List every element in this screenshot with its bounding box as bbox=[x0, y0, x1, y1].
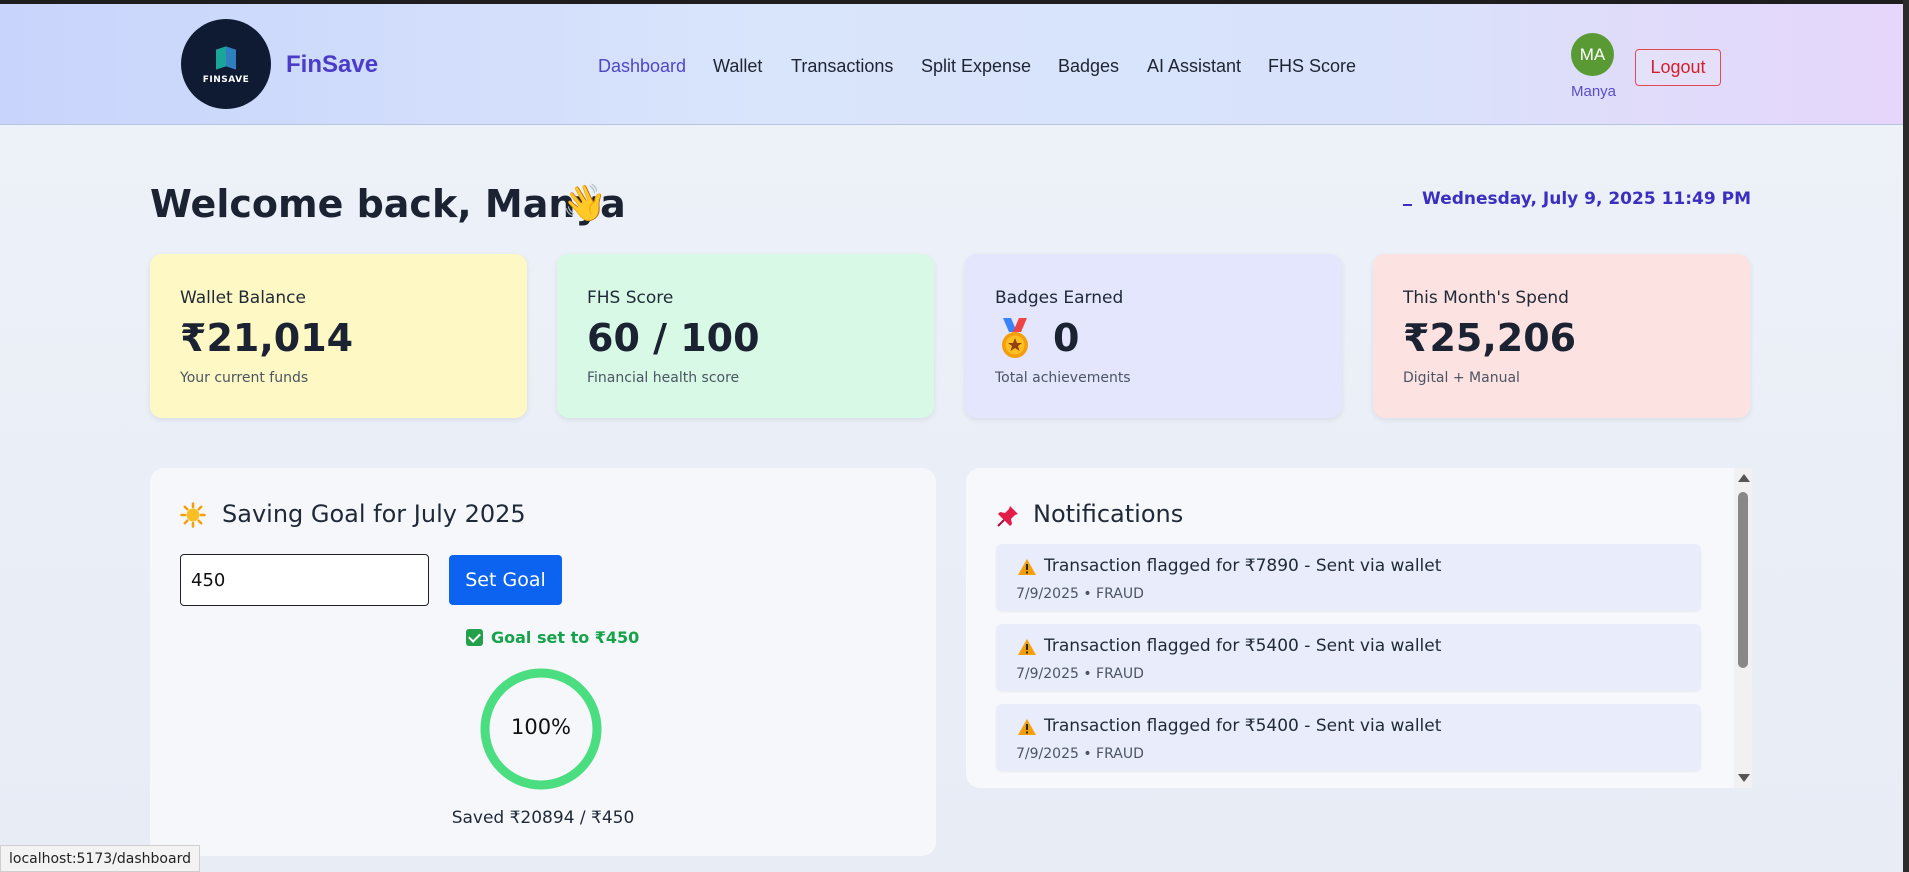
datetime-text: Wednesday, July 9, 2025 11:49 PM bbox=[1422, 189, 1751, 209]
card-subtitle: Digital + Manual bbox=[1403, 370, 1520, 386]
check-icon bbox=[466, 629, 483, 646]
avatar[interactable]: MA bbox=[1571, 33, 1614, 76]
notifications-panel[interactable]: Notifications Transaction flagged for ₹7… bbox=[966, 468, 1752, 788]
notification-text: Transaction flagged for ₹5400 - Sent via… bbox=[1044, 716, 1442, 736]
dash-icon bbox=[1403, 204, 1413, 206]
goal-progress-label: 100% bbox=[510, 715, 572, 739]
notifications-scrollbar[interactable] bbox=[1734, 468, 1752, 788]
pushpin-icon bbox=[997, 506, 1018, 527]
wave-icon: 👋 bbox=[562, 183, 607, 224]
app-viewport: FINSAVE FinSave Dashboard Wallet Transac… bbox=[0, 4, 1909, 872]
notification-item[interactable]: Transaction flagged for ₹5400 - Sent via… bbox=[996, 624, 1701, 691]
goal-amount-input[interactable] bbox=[180, 554, 429, 606]
card-title: FHS Score bbox=[587, 288, 674, 308]
nav-wallet[interactable]: Wallet bbox=[713, 56, 762, 77]
card-value: ₹25,206 bbox=[1403, 316, 1577, 360]
scroll-thumb[interactable] bbox=[1738, 492, 1748, 668]
card-subtitle: Your current funds bbox=[180, 370, 309, 386]
medal-icon bbox=[1002, 318, 1028, 358]
card-value: 0 bbox=[1053, 316, 1080, 360]
badges-earned-card: Badges Earned 0 Total achievements bbox=[965, 254, 1342, 418]
logout-button[interactable]: Logout bbox=[1635, 49, 1721, 86]
nav-transactions[interactable]: Transactions bbox=[791, 56, 893, 77]
sun-icon bbox=[180, 502, 206, 528]
username: Manya bbox=[1571, 83, 1617, 100]
nav-badges[interactable]: Badges bbox=[1058, 56, 1119, 77]
wallet-balance-card: Wallet Balance ₹21,014 Your current fund… bbox=[150, 254, 527, 418]
nav-ai-assistant[interactable]: AI Assistant bbox=[1147, 56, 1241, 77]
fhs-score-card: FHS Score 60 / 100 Financial health scor… bbox=[557, 254, 934, 418]
goal-status-text: Goal set to ₹450 bbox=[491, 628, 640, 647]
datetime: Wednesday, July 9, 2025 11:49 PM bbox=[1403, 189, 1751, 209]
browser-status-url: localhost:5173/dashboard bbox=[0, 845, 200, 872]
nav-split-expense[interactable]: Split Expense bbox=[921, 56, 1031, 77]
notifications-title: Notifications bbox=[1033, 500, 1184, 528]
goal-status: Goal set to ₹450 bbox=[466, 628, 639, 647]
month-spend-card: This Month's Spend ₹25,206 Digital + Man… bbox=[1373, 254, 1750, 418]
top-navbar: FINSAVE FinSave Dashboard Wallet Transac… bbox=[0, 4, 1903, 125]
warning-icon bbox=[1018, 559, 1036, 575]
notification-meta: 7/9/2025 • FRAUD bbox=[1016, 666, 1144, 682]
logo-mark-icon bbox=[214, 44, 238, 70]
nav-dashboard[interactable]: Dashboard bbox=[598, 56, 686, 77]
set-goal-button[interactable]: Set Goal bbox=[449, 555, 562, 605]
notification-item[interactable]: Transaction flagged for ₹5400 - Sent via… bbox=[996, 704, 1701, 771]
notification-item[interactable]: Transaction flagged for ₹7890 - Sent via… bbox=[996, 544, 1701, 611]
card-value: ₹21,014 bbox=[180, 316, 354, 360]
card-title: Badges Earned bbox=[995, 288, 1124, 308]
card-subtitle: Financial health score bbox=[587, 370, 740, 386]
page-title: Welcome back, Manya bbox=[150, 182, 626, 226]
warning-icon bbox=[1018, 639, 1036, 655]
card-title: Wallet Balance bbox=[180, 288, 306, 308]
goal-title: Saving Goal for July 2025 bbox=[222, 500, 526, 528]
notification-meta: 7/9/2025 • FRAUD bbox=[1016, 586, 1144, 602]
notification-text: Transaction flagged for ₹7890 - Sent via… bbox=[1044, 556, 1442, 576]
scroll-up-arrow-icon[interactable] bbox=[1738, 474, 1750, 482]
logo[interactable]: FINSAVE bbox=[181, 19, 271, 109]
saved-amount: Saved ₹20894 / ₹450 bbox=[451, 808, 635, 828]
card-subtitle: Total achievements bbox=[995, 370, 1131, 386]
saving-goal-panel: Saving Goal for July 2025 Set Goal Goal … bbox=[150, 468, 936, 856]
warning-icon bbox=[1018, 719, 1036, 735]
notification-text: Transaction flagged for ₹5400 - Sent via… bbox=[1044, 636, 1442, 656]
scroll-down-arrow-icon[interactable] bbox=[1738, 774, 1750, 782]
logo-text: FINSAVE bbox=[202, 74, 250, 85]
card-value: 60 / 100 bbox=[587, 316, 760, 360]
brand-name[interactable]: FinSave bbox=[286, 51, 378, 79]
nav-fhs-score[interactable]: FHS Score bbox=[1268, 56, 1356, 77]
window-edge bbox=[1903, 0, 1909, 872]
notification-meta: 7/9/2025 • FRAUD bbox=[1016, 746, 1144, 762]
card-title: This Month's Spend bbox=[1403, 288, 1569, 308]
